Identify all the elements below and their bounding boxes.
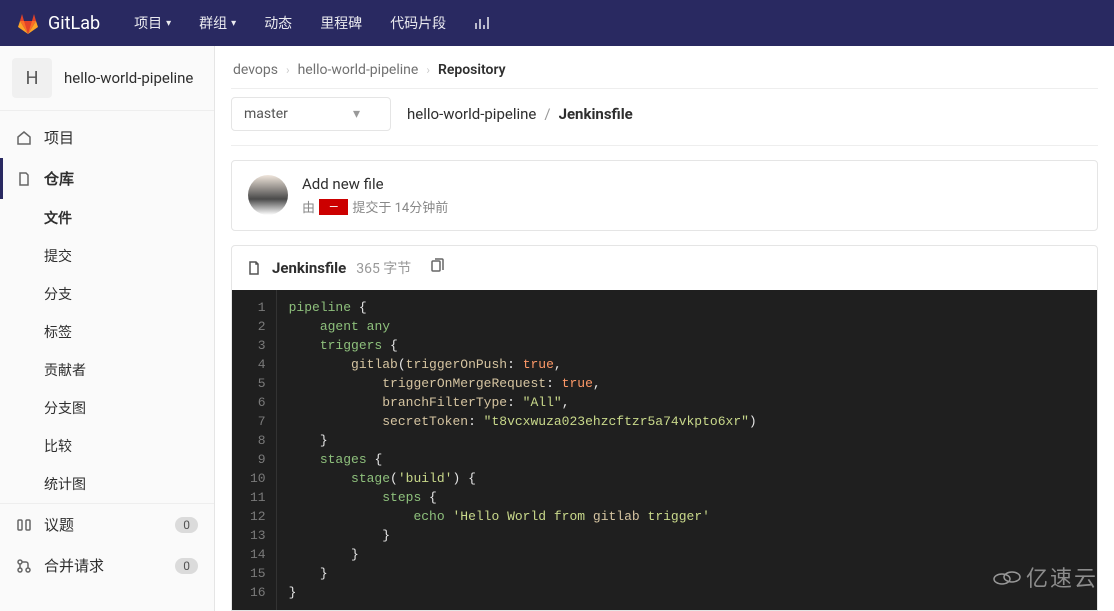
- sidebar: H hello-world-pipeline 项目 仓库 文件 提交 分支 标签…: [0, 46, 215, 611]
- file-panel: Jenkinsfile 365 字节 1 2 3 4 5 6 7 8 9 10 …: [231, 245, 1098, 611]
- nav-project[interactable]: 项目▾: [124, 7, 181, 39]
- breadcrumb-current: Repository: [438, 62, 506, 78]
- sidebar-sub-charts[interactable]: 统计图: [0, 465, 214, 503]
- line-numbers: 1 2 3 4 5 6 7 8 9 10 11 12 13 14 15 16: [232, 290, 277, 610]
- file-name: Jenkinsfile: [272, 259, 346, 277]
- file-path: hello-world-pipeline / Jenkinsfile: [407, 105, 633, 123]
- issues-icon: [16, 517, 32, 533]
- sidebar-sub-commits[interactable]: 提交: [0, 237, 214, 275]
- chevron-down-icon: ▾: [353, 106, 360, 122]
- breadcrumb: devops › hello-world-pipeline › Reposito…: [231, 46, 1098, 88]
- sidebar-sub-tags[interactable]: 标签: [0, 313, 214, 351]
- mr-count-badge: 0: [175, 558, 198, 574]
- sidebar-sub-contributors[interactable]: 贡献者: [0, 351, 214, 389]
- file-size: 365 字节: [356, 258, 411, 278]
- sidebar-item-label: 合并请求: [44, 555, 104, 576]
- home-icon: [16, 130, 32, 146]
- branch-selector[interactable]: master ▾: [231, 97, 391, 131]
- file-header: Jenkinsfile 365 字节: [232, 246, 1097, 290]
- sidebar-sub-branches[interactable]: 分支: [0, 275, 214, 313]
- copy-path-button[interactable]: [429, 258, 445, 278]
- project-name: hello-world-pipeline: [64, 69, 193, 87]
- author-avatar[interactable]: [248, 175, 288, 215]
- file-nav: master ▾ hello-world-pipeline / Jenkinsf…: [231, 88, 1098, 146]
- chevron-down-icon: ▾: [166, 18, 171, 29]
- chevron-down-icon: ▾: [231, 18, 236, 29]
- code-viewer: 1 2 3 4 5 6 7 8 9 10 11 12 13 14 15 16 p…: [232, 290, 1097, 610]
- breadcrumb-item[interactable]: devops: [233, 62, 278, 78]
- nav-analytics-icon[interactable]: [464, 9, 500, 37]
- breadcrumb-item[interactable]: hello-world-pipeline: [298, 62, 419, 78]
- branch-name: master: [244, 106, 288, 122]
- project-header[interactable]: H hello-world-pipeline: [0, 46, 214, 111]
- sidebar-item-issues[interactable]: 议题 0: [0, 503, 214, 545]
- commit-author[interactable]: —: [319, 199, 348, 215]
- path-current: Jenkinsfile: [559, 105, 633, 123]
- file-icon: [246, 260, 262, 276]
- path-root[interactable]: hello-world-pipeline: [407, 105, 536, 123]
- sidebar-sub-graph[interactable]: 分支图: [0, 389, 214, 427]
- nav-milestones[interactable]: 里程碑: [310, 7, 372, 39]
- watermark: 亿速云: [992, 561, 1098, 593]
- brand[interactable]: GitLab: [16, 11, 100, 35]
- commit-title[interactable]: Add new file: [302, 175, 448, 193]
- gitlab-logo-icon: [16, 11, 40, 35]
- path-separator: /: [544, 105, 550, 123]
- sidebar-item-label: 项目: [44, 127, 74, 148]
- chevron-right-icon: ›: [286, 63, 290, 77]
- code-content[interactable]: pipeline { agent any triggers { gitlab(t…: [277, 290, 769, 610]
- sidebar-item-repository[interactable]: 仓库: [0, 158, 214, 199]
- sidebar-item-label: 仓库: [44, 168, 74, 189]
- brand-text: GitLab: [48, 13, 100, 34]
- chevron-right-icon: ›: [426, 63, 430, 77]
- top-nav: GitLab 项目▾ 群组▾ 动态 里程碑 代码片段: [0, 0, 1114, 46]
- sidebar-sub-compare[interactable]: 比较: [0, 427, 214, 465]
- merge-icon: [16, 558, 32, 574]
- nav-activity[interactable]: 动态: [254, 7, 302, 39]
- doc-icon: [16, 171, 32, 187]
- nav-snippets[interactable]: 代码片段: [380, 7, 456, 39]
- sidebar-sub-files[interactable]: 文件: [0, 199, 214, 237]
- nav-groups[interactable]: 群组▾: [189, 7, 246, 39]
- sidebar-item-label: 议题: [44, 514, 74, 535]
- issues-count-badge: 0: [175, 517, 198, 533]
- main-content: devops › hello-world-pipeline › Reposito…: [215, 46, 1114, 611]
- sidebar-item-merge-requests[interactable]: 合并请求 0: [0, 545, 214, 586]
- sidebar-item-project[interactable]: 项目: [0, 117, 214, 158]
- project-avatar: H: [12, 58, 52, 98]
- last-commit-panel: Add new file 由 — 提交于 14分钟前: [231, 160, 1098, 231]
- commit-meta: 由 — 提交于 14分钟前: [302, 197, 448, 216]
